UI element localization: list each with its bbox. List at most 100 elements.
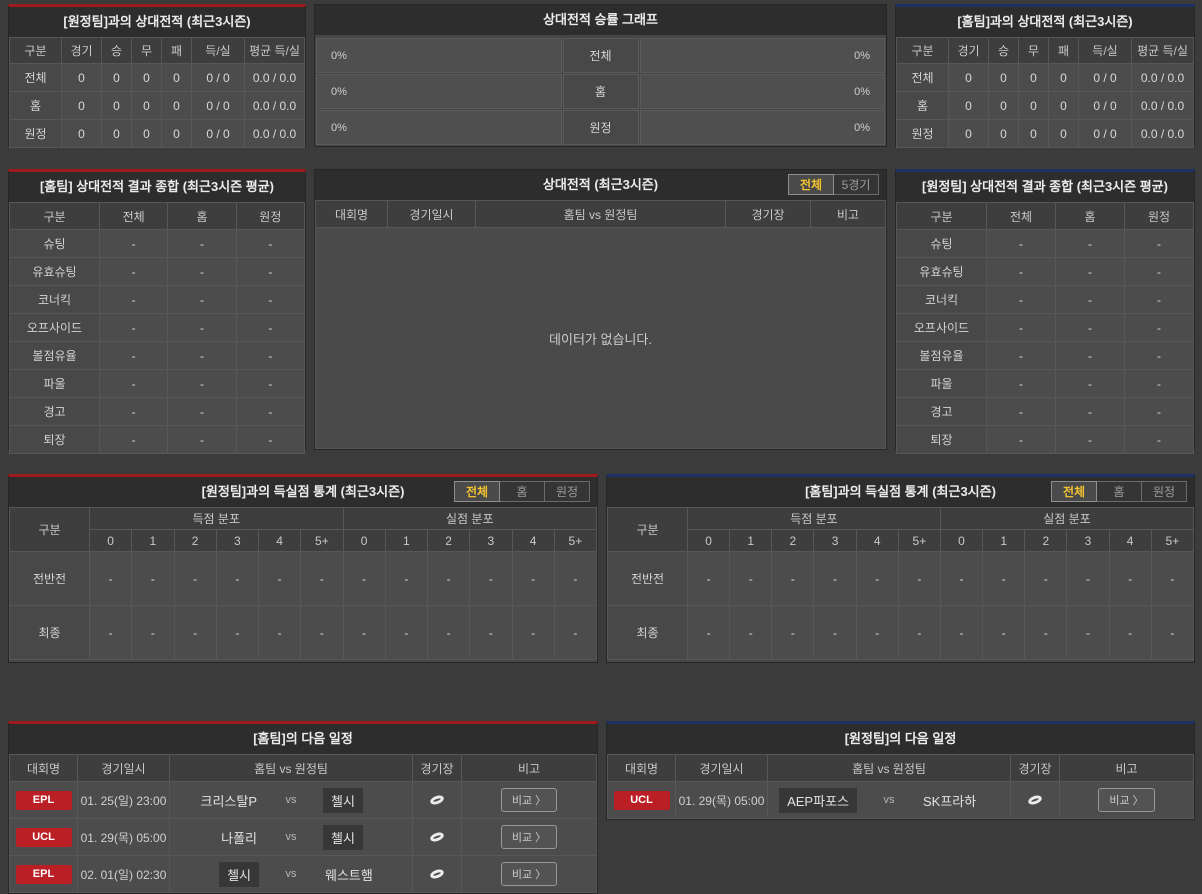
column-header: 승 — [988, 37, 1019, 64]
stat-cell: 0 / 0 — [1078, 63, 1132, 92]
panel-title: 상대전적 (최근3시즌) 전체 5경기 — [315, 170, 886, 200]
stat-cell: - — [235, 425, 306, 454]
compare-button[interactable]: 비교 〉 — [500, 825, 558, 849]
stat-cell: - — [1055, 285, 1125, 314]
row-label: 슈팅 — [896, 229, 987, 258]
stat-cell: - — [986, 425, 1056, 454]
tab-away[interactable]: 원정 — [544, 481, 590, 502]
row-label: 전체 — [9, 63, 62, 92]
header-row: 대회명 경기일시 홈팀 vs 원정팀 경기장 비고 — [607, 754, 1194, 782]
tab-home[interactable]: 홈 — [1096, 481, 1142, 502]
stat-cell: - — [257, 551, 302, 606]
header-row: 구분 전체 홈 원정 — [896, 202, 1194, 230]
stat-cell: - — [235, 229, 306, 258]
stat-cell: - — [167, 285, 237, 314]
winrate-value: 0% — [331, 85, 347, 98]
schedule-row: EPL 01. 25(일) 23:00 크리스탈P vs 첼시 비교 〉 — [9, 781, 597, 819]
compare-cell: 비교 〉 — [461, 855, 597, 893]
table-row: 전반전 - - - - - - - - - - - - — [9, 551, 598, 606]
stat-cell: 0.0 / 0.0 — [1131, 63, 1194, 92]
datetime-cell: 01. 25(일) 23:00 — [77, 781, 170, 819]
compare-button[interactable]: 비교 〉 — [1098, 788, 1155, 812]
bin-header: 3 — [1066, 529, 1110, 552]
stadium-icon[interactable] — [429, 830, 445, 844]
row-label: 퇴장 — [9, 425, 100, 454]
table-row: 홈00000 / 0 0.0 / 0.0 — [896, 91, 1194, 120]
home-team: 크리스탈P — [200, 793, 257, 809]
panel-h2h-list: 상대전적 (최근3시즌) 전체 5경기 대회명 경기일시 홈팀 vs 원정팀 경기장 비고… — [314, 169, 887, 450]
column-header: 경기장 — [412, 754, 462, 782]
column-header: 원정 — [235, 202, 306, 230]
stat-cell: - — [98, 229, 169, 258]
goals-for-group-header: 득점 분포 — [687, 507, 941, 530]
stadium-icon[interactable] — [1027, 793, 1043, 807]
stadium-cell — [1010, 781, 1060, 819]
stat-cell: - — [771, 605, 815, 660]
stat-cell: 0 — [1048, 91, 1079, 120]
h2h-list-tabs: 전체 5경기 — [788, 174, 879, 195]
tab-away[interactable]: 원정 — [1141, 481, 1187, 502]
column-header: 전체 — [986, 202, 1056, 230]
table-row: 전반전 - - - - - - - - - - - - — [607, 551, 1195, 606]
stat-cell: 0 — [161, 119, 192, 148]
stat-cell: - — [98, 257, 169, 286]
column-header: 경기일시 — [675, 754, 768, 782]
bin-header: 2 — [1024, 529, 1068, 552]
table-row: 볼점유율 - - - — [896, 341, 1194, 370]
row-label: 최종 — [607, 605, 688, 660]
column-header: 경기 — [948, 37, 989, 64]
row-label: 원정 — [9, 119, 62, 148]
row-label: 퇴장 — [896, 425, 987, 454]
stat-cell: - — [300, 605, 344, 660]
row-label: 코너킥 — [896, 285, 987, 314]
stadium-icon[interactable] — [429, 867, 445, 881]
tab-all[interactable]: 전체 — [788, 174, 834, 195]
stadium-icon[interactable] — [429, 793, 445, 807]
stat-cell: - — [1124, 397, 1194, 426]
stat-cell: - — [235, 285, 306, 314]
tab-all[interactable]: 전체 — [454, 481, 500, 502]
stat-cell: - — [167, 369, 237, 398]
compare-button[interactable]: 비교 〉 — [500, 788, 558, 812]
bin-header: 1 — [729, 529, 773, 552]
row-label: 볼점유율 — [896, 341, 987, 370]
panel-schedule-home: [홈팀]의 다음 일정 대회명 경기일시 홈팀 vs 원정팀 경기장 비고 EPL 01… — [8, 721, 598, 894]
bin-header: 1 — [131, 529, 175, 552]
home-winrate-bar: 0% — [316, 110, 562, 145]
table-row: 오프사이드 - - - — [9, 313, 306, 342]
vs-label: vs — [285, 831, 297, 843]
column-header: 홈 — [167, 202, 237, 230]
panel-goal-stats-vs-away: [원정팀]과의 득실점 통계 (최근3시즌) 전체 홈 원정 구분 득점 분포 실점… — [8, 474, 598, 663]
stat-cell: - — [986, 341, 1056, 370]
stat-cell: - — [235, 397, 306, 426]
column-header: 비고 — [1059, 754, 1194, 782]
away-winrate-bar: 0% — [639, 74, 885, 109]
stat-cell: - — [384, 551, 429, 606]
table-row: 파울 - - - — [896, 369, 1194, 398]
stadium-cell — [412, 855, 462, 893]
stat-cell: - — [98, 369, 169, 398]
stat-cell: 0.0 / 0.0 — [1131, 119, 1194, 148]
row-label: 코너킥 — [9, 285, 100, 314]
column-header: 평균 득/실 — [1131, 37, 1194, 64]
stat-cell: - — [167, 257, 237, 286]
stat-cell: 0 — [101, 63, 132, 92]
home-winrate-bar: 0% — [316, 38, 562, 73]
column-header: 경기일시 — [387, 200, 476, 228]
stat-cell: 0 — [988, 119, 1019, 148]
compare-button[interactable]: 비교 〉 — [500, 862, 558, 886]
league-cell: UCL — [9, 818, 78, 856]
stat-cell: 0 — [131, 63, 162, 92]
stat-cell: - — [235, 369, 306, 398]
row-label: 경고 — [896, 397, 987, 426]
home-team: 나폴리 — [221, 830, 257, 846]
tab-home[interactable]: 홈 — [499, 481, 545, 502]
tab-last5[interactable]: 5경기 — [833, 174, 879, 195]
column-header: 경기 — [61, 37, 102, 64]
panel-title-text: 상대전적 (최근3시즌) — [542, 177, 659, 192]
tab-all[interactable]: 전체 — [1051, 481, 1097, 502]
winrate-value: 0% — [854, 49, 870, 62]
bin-header-row: 0 1 2 3 4 5+ 0 1 2 3 4 5+ — [10, 529, 598, 552]
away-team: SK프라하 — [923, 793, 977, 809]
schedule-away-table: 대회명 경기일시 홈팀 vs 원정팀 경기장 비고 UCL 01. 29(목) 05:0… — [607, 754, 1194, 819]
